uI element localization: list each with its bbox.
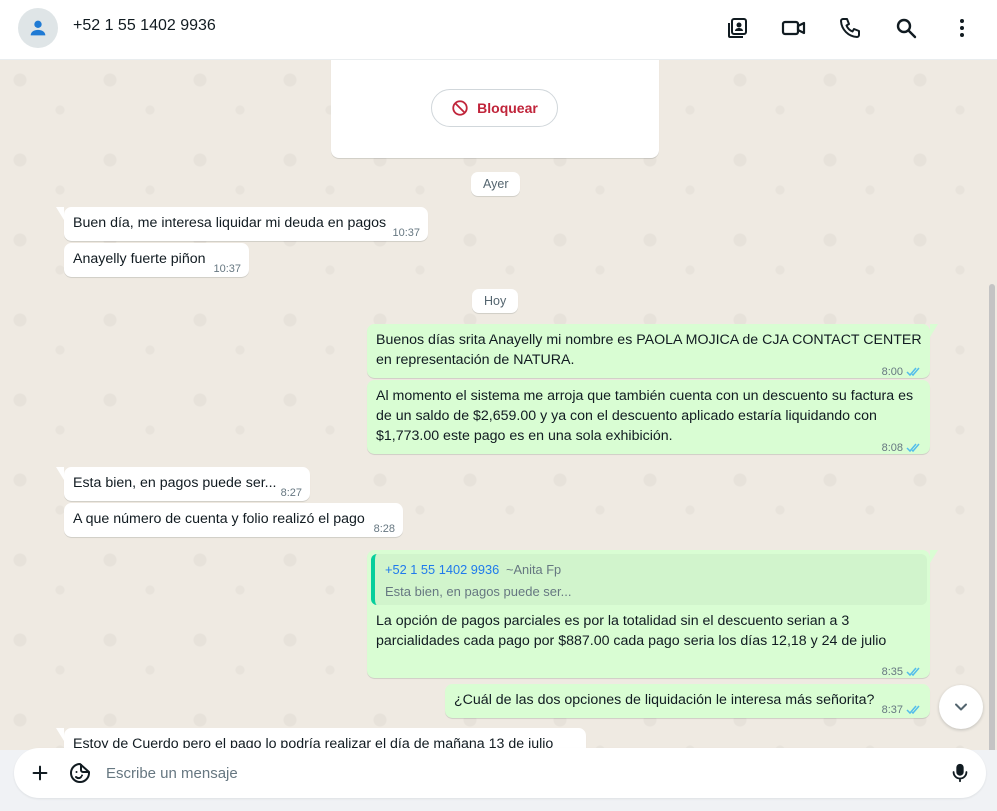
bubble-tail (930, 324, 938, 337)
message-time-text: 8:35 (881, 666, 903, 678)
person-icon (30, 20, 46, 36)
phone-icon[interactable] (836, 14, 864, 42)
composer-bar (0, 748, 997, 811)
quoted-nickname: ~Anita Fp (506, 562, 562, 577)
incoming-message[interactable]: A que número de cuenta y folio realizó e… (64, 503, 403, 537)
video-call-icon[interactable] (780, 14, 808, 42)
message-line: en representación de NATURA. (376, 352, 575, 368)
quoted-text: Esta bien, en pagos puede ser... (385, 584, 572, 599)
message-line: parcialidades cada pago por $887.00 cada… (376, 633, 887, 649)
message-input[interactable] (106, 762, 926, 784)
message-text: A que número de cuenta y folio realizó e… (73, 511, 365, 527)
bubble-tail (56, 207, 64, 220)
message-text: Buen día, me interesa liquidar mi deuda … (73, 215, 387, 231)
outgoing-message[interactable]: ¿Cuál de las dos opciones de liquidación… (445, 684, 930, 718)
date-separator-yesterday: Ayer (471, 172, 521, 196)
message-line: $1,773.00 este pago es en una sola exhib… (376, 428, 673, 444)
message-text: ¿Cuál de las dos opciones de liquidación… (454, 692, 875, 708)
incoming-message[interactable]: Anayelly fuerte piñon 10:37 (64, 243, 249, 277)
message-time: 8:35 (882, 662, 922, 682)
chat-header: +52 1 55 1402 9936 (0, 0, 997, 60)
message-text: Esta bien, en pagos puede ser... (73, 475, 277, 491)
contact-card-icon[interactable] (724, 14, 752, 42)
message-time: 8:08 (882, 438, 922, 458)
message-time-text: 8:08 (881, 442, 903, 454)
plus-icon[interactable] (26, 759, 54, 787)
scroll-to-bottom-button[interactable] (939, 685, 983, 729)
read-ticks-icon (906, 705, 920, 715)
block-icon (452, 100, 468, 116)
outgoing-message[interactable]: +52 1 55 1402 9936 ~Anita Fp Esta bien, … (367, 550, 938, 678)
message-time: 8:37 (882, 700, 922, 720)
read-ticks-icon (906, 367, 920, 377)
block-label: Bloquear (477, 100, 538, 116)
bubble-tail (56, 728, 64, 741)
block-button[interactable]: Bloquear (431, 89, 558, 127)
chevron-down-icon (955, 703, 967, 711)
quoted-author: +52 1 55 1402 9936 (385, 562, 500, 577)
outgoing-message[interactable]: Al momento el sistema me arroja que tamb… (367, 380, 930, 454)
contact-name[interactable]: +52 1 55 1402 9936 (73, 17, 216, 35)
message-text: Anayelly fuerte piñon (73, 251, 206, 267)
message-time: 8:00 (882, 362, 922, 382)
sticker-icon[interactable] (66, 759, 94, 787)
message-time: 8:28 (373, 523, 395, 535)
message-time: 10:37 (213, 263, 241, 275)
date-separator-today: Hoy (472, 289, 519, 313)
read-ticks-icon (906, 667, 920, 677)
message-line: de un saldo de $2,659.00 y ya con el des… (376, 408, 877, 424)
message-time-text: 8:37 (881, 704, 903, 716)
message-time-text: 8:00 (881, 366, 903, 378)
bubble-tail (930, 550, 938, 563)
quoted-message[interactable]: +52 1 55 1402 9936 ~Anita Fp Esta bien, … (371, 554, 927, 605)
composer (14, 748, 986, 798)
bubble-tail (56, 467, 64, 480)
message-line: La opción de pagos parciales es por la t… (376, 613, 850, 629)
incoming-message[interactable]: Buen día, me interesa liquidar mi deuda … (56, 207, 428, 241)
chat-area[interactable]: Bloquear Ayer Buen día, me interesa liqu… (0, 60, 997, 750)
message-time: 8:27 (280, 487, 302, 499)
read-ticks-icon (906, 443, 920, 453)
message-time: 10:37 (392, 227, 420, 239)
search-icon[interactable] (892, 14, 920, 42)
incoming-message[interactable]: Estoy de Cuerdo pero el pago lo podría r… (56, 728, 586, 750)
microphone-icon[interactable] (946, 759, 974, 787)
chat-scrollbar[interactable] (989, 284, 995, 750)
message-text: Al momento el sistema me arroja que tamb… (376, 386, 913, 446)
outgoing-message[interactable]: Buenos días srita Anayelly mi nombre es … (367, 324, 938, 378)
message-line: Al momento el sistema me arroja que tamb… (376, 388, 914, 404)
incoming-message[interactable]: Esta bien, en pagos puede ser... 8:27 (56, 467, 310, 501)
contact-avatar[interactable] (18, 8, 58, 48)
menu-dots-icon[interactable] (948, 14, 976, 42)
message-text: Buenos días srita Anayelly mi nombre es … (376, 330, 922, 370)
contact-info-card: Bloquear (331, 60, 659, 158)
message-text: La opción de pagos parciales es por la t… (376, 611, 886, 651)
message-line: Buenos días srita Anayelly mi nombre es … (376, 332, 922, 348)
